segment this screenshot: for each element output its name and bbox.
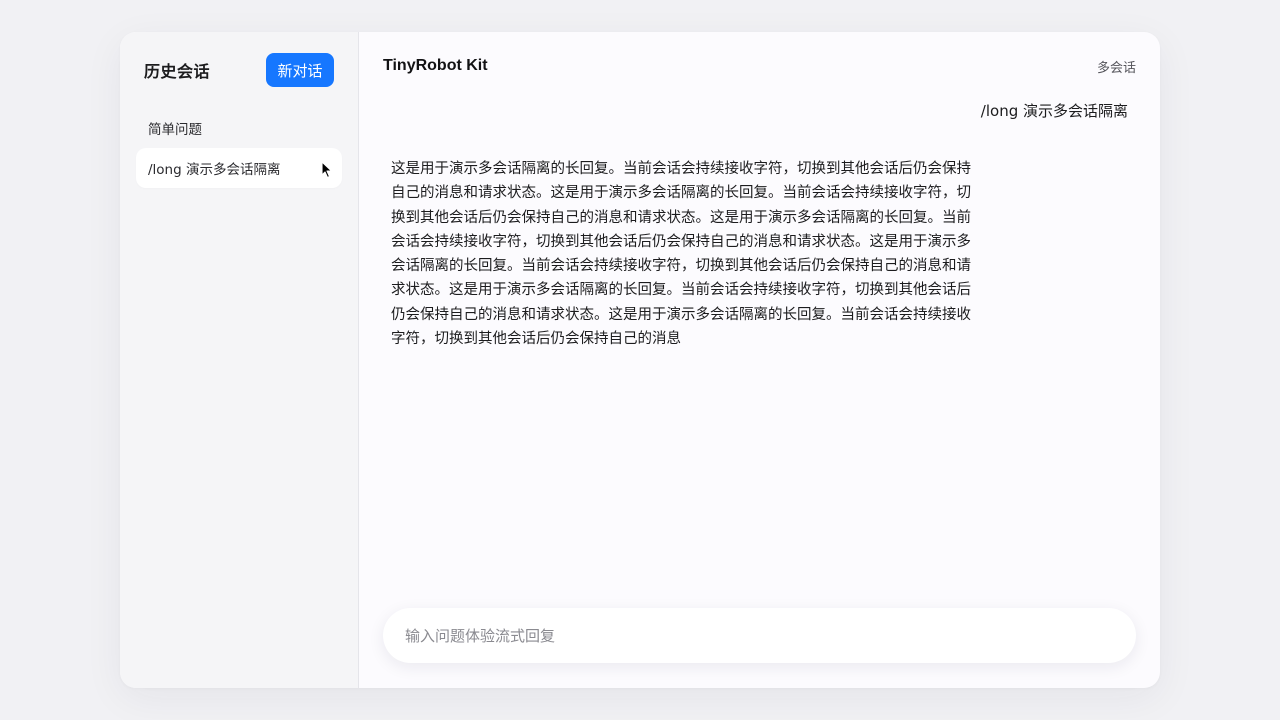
app-window: 历史会话 新对话 简单问题 /long 演示多会话隔离 TinyRobot Ki…	[120, 32, 1160, 688]
chat-panel: TinyRobot Kit 多会话 /long 演示多会话隔离 这是用于演示多会…	[359, 32, 1160, 688]
session-list: 简单问题 /long 演示多会话隔离	[120, 108, 358, 188]
chat-input[interactable]	[403, 625, 1116, 646]
bot-message: 这是用于演示多会话隔离的长回复。当前会话会持续接收字符，切换到其他会话后仍会保持…	[391, 161, 971, 348]
sidebar-header: 历史会话 新对话	[120, 32, 358, 108]
new-chat-button[interactable]: 新对话	[266, 53, 334, 87]
sidebar-title: 历史会话	[144, 62, 211, 81]
session-item-long-demo[interactable]: /long 演示多会话隔离	[136, 148, 342, 188]
chat-header: TinyRobot Kit 多会话	[359, 32, 1160, 100]
mode-label: 多会话	[1096, 60, 1136, 76]
session-item-label: /long 演示多会话隔离	[148, 162, 281, 178]
app-title: TinyRobot Kit	[383, 57, 488, 74]
mouse-pointer-icon	[321, 161, 333, 179]
session-item-label: 简单问题	[148, 122, 202, 138]
chat-input-bar	[383, 608, 1136, 663]
user-message: /long 演示多会话隔离	[980, 102, 1128, 120]
sidebar: 历史会话 新对话 简单问题 /long 演示多会话隔离	[120, 32, 359, 688]
session-item-simple-question[interactable]: 简单问题	[136, 108, 342, 148]
